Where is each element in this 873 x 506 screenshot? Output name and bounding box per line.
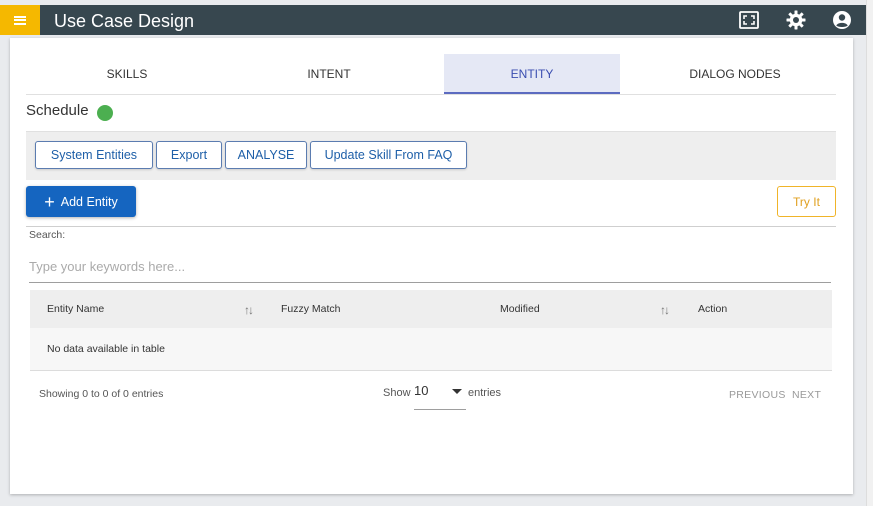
tab-skills[interactable]: SKILLS — [26, 54, 228, 94]
system-entities-button[interactable]: System Entities — [35, 141, 153, 169]
page-size-select[interactable]: 10 — [414, 378, 466, 410]
app-title: Use Case Design — [54, 11, 195, 31]
column-fuzzy-match[interactable]: Fuzzy Match — [281, 290, 341, 328]
analyse-button[interactable]: ANALYSE — [225, 141, 307, 169]
plus-icon: + — [44, 191, 55, 212]
scrollbar[interactable] — [866, 0, 873, 506]
export-button[interactable]: Export — [156, 141, 222, 169]
column-entity-name[interactable]: Entity Name — [47, 290, 104, 328]
top-app-bar: Use Case Design — [0, 5, 866, 35]
column-modified[interactable]: Modified — [500, 290, 540, 328]
sort-icon[interactable]: ↑↓ — [244, 290, 254, 330]
table-info: Showing 0 to 0 of 0 entries — [39, 388, 164, 400]
empty-table-message: No data available in table — [47, 343, 165, 355]
sort-icon[interactable]: ↑↓ — [660, 290, 670, 330]
add-entity-button[interactable]: + Add Entity — [26, 186, 136, 217]
previous-page-button[interactable]: PREVIOUS — [729, 389, 786, 401]
fullscreen-icon[interactable] — [738, 10, 760, 30]
action-toolbar: System Entities Export ANALYSE Update Sk… — [26, 131, 836, 180]
try-it-button[interactable]: Try It — [777, 186, 836, 217]
account-icon[interactable] — [831, 10, 853, 30]
skill-name: Schedule — [26, 102, 89, 119]
search-label: Search: — [29, 229, 66, 241]
table-header: Entity Name ↑↓ Fuzzy Match Modified ↑↓ A… — [30, 290, 832, 328]
tab-entity[interactable]: ENTITY — [444, 54, 620, 94]
gear-icon[interactable] — [785, 10, 807, 30]
menu-button[interactable] — [0, 5, 40, 35]
tab-intent[interactable]: INTENT — [228, 54, 430, 94]
entries-label: entries — [468, 387, 502, 399]
hamburger-icon — [14, 15, 26, 25]
next-page-button[interactable]: NEXT — [792, 389, 821, 401]
column-action: Action — [698, 303, 728, 315]
table-row: No data available in table — [30, 328, 832, 371]
search-input[interactable] — [29, 251, 831, 283]
divider — [26, 226, 836, 227]
tab-bar: SKILLS INTENT ENTITY DIALOG NODES — [26, 54, 836, 95]
caret-down-icon — [452, 389, 462, 394]
update-from-faq-button[interactable]: Update Skill From FAQ — [310, 141, 467, 169]
add-entity-label: Add Entity — [60, 194, 118, 209]
show-label: Show — [383, 387, 411, 399]
status-indicator — [97, 105, 113, 121]
tab-dialog-nodes[interactable]: DIALOG NODES — [634, 54, 836, 94]
main-card: SKILLS INTENT ENTITY DIALOG NODES Schedu… — [10, 38, 853, 494]
page-size-value: 10 — [414, 383, 429, 398]
